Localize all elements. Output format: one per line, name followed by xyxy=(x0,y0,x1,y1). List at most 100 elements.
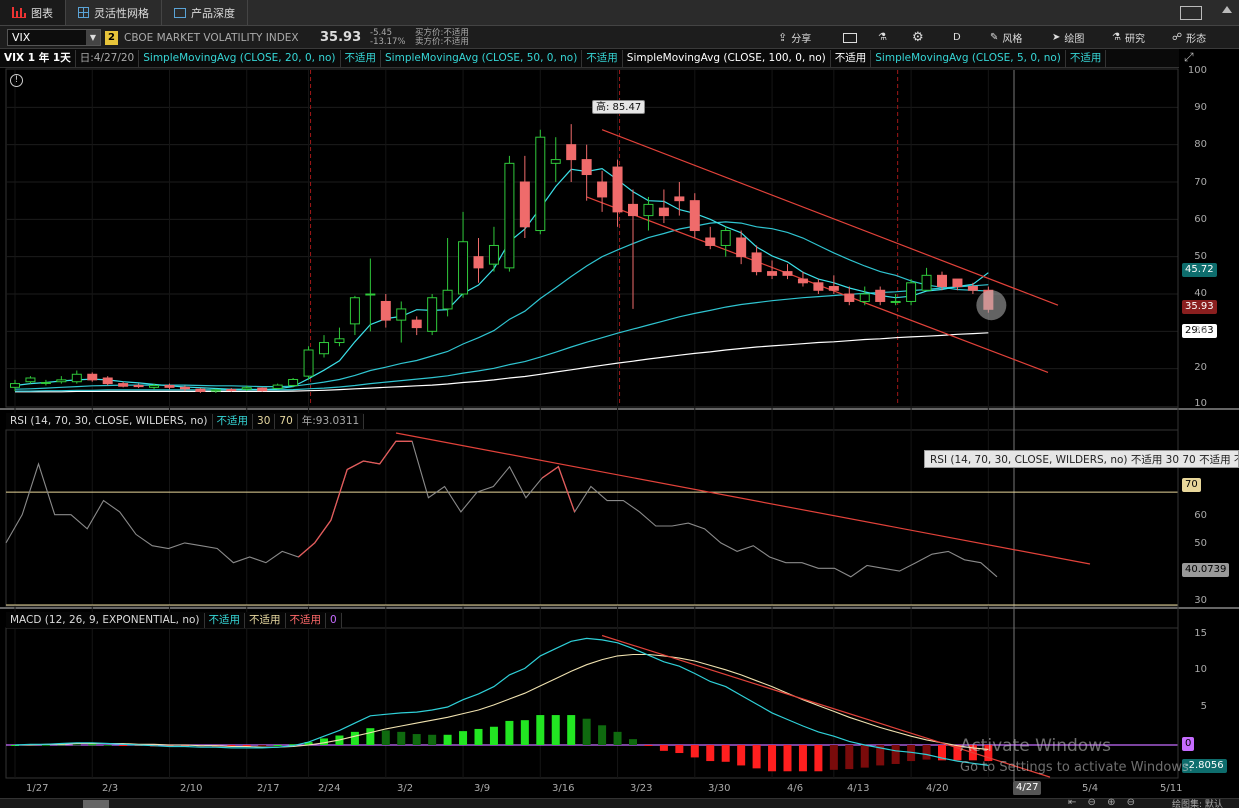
x-tick-label: 3/16 xyxy=(552,783,575,794)
x-cursor-tag: 4/27 xyxy=(1013,781,1042,795)
price-ytick: 40 xyxy=(1194,288,1207,299)
macd-zero: 0 xyxy=(326,612,342,628)
bottom-status-bar: ⇤ ⊖ ⊕ ⊖ 绘图集: 默认 xyxy=(0,797,1239,808)
price-panel-settings-icon[interactable]: ! xyxy=(10,74,23,87)
price-ytick: 100 xyxy=(1187,65,1207,76)
macd-ytick: 5 xyxy=(1200,701,1207,712)
candle-body xyxy=(828,286,839,291)
sma5-price-tag: 45.72 xyxy=(1182,263,1217,277)
candle-body xyxy=(179,386,190,390)
rsi-title[interactable]: RSI (14, 70, 30, CLOSE, WILDERS, no) xyxy=(6,413,213,429)
macd-histogram-bar xyxy=(629,739,637,745)
candle-body xyxy=(118,383,129,387)
macd-histogram-bar xyxy=(783,745,792,772)
price-ytick: 80 xyxy=(1194,139,1207,150)
price-ytick: 30 xyxy=(1194,325,1207,336)
macd-histogram-bar xyxy=(536,715,545,745)
candle-body xyxy=(25,377,36,383)
price-ytick: 60 xyxy=(1194,214,1207,225)
rsi-tooltip: RSI (14, 70, 30, CLOSE, WILDERS, no) 不适用… xyxy=(924,450,1239,468)
price-ytick: 50 xyxy=(1194,251,1207,262)
last-price-tag: 35.93 xyxy=(1182,300,1217,314)
x-tick-label: 5/11 xyxy=(1160,783,1183,794)
macd-header: MACD (12, 26, 9, EXPONENTIAL, no) 不适用 不适… xyxy=(6,612,342,628)
candle-body xyxy=(890,300,901,303)
candle-body xyxy=(612,166,623,213)
candle-body xyxy=(566,144,577,161)
candle-body xyxy=(535,136,546,232)
macd-histogram-bar xyxy=(88,744,97,746)
x-tick-label: 4/6 xyxy=(787,783,804,794)
candle-body xyxy=(674,196,685,202)
candle-body xyxy=(550,159,561,164)
candle-body xyxy=(720,230,731,246)
zoom-controls[interactable]: ⇤ ⊖ ⊕ ⊖ xyxy=(1068,797,1139,808)
candle-body xyxy=(658,207,669,217)
x-tick-label: 3/2 xyxy=(397,783,414,794)
candle-body xyxy=(40,381,51,384)
candle-body xyxy=(71,373,82,383)
macd-histogram-bar xyxy=(443,734,452,745)
rsi-ytick: 50 xyxy=(1194,538,1207,549)
x-tick-label: 2/3 xyxy=(102,783,119,794)
macd-histogram-bar xyxy=(551,715,560,745)
candle-body xyxy=(303,349,314,377)
price-ytick: 20 xyxy=(1194,362,1207,373)
macd-value: 不适用 xyxy=(205,612,245,628)
macd-histogram-bar xyxy=(459,731,468,745)
candle-body xyxy=(751,252,762,273)
candle-body xyxy=(937,274,947,288)
rsi-line xyxy=(5,440,998,578)
x-tick-label: 3/23 xyxy=(630,783,653,794)
horizontal-scrollbar[interactable] xyxy=(83,800,109,808)
candle-body xyxy=(272,384,283,389)
candle-body xyxy=(875,289,886,302)
high-price-callout: 高: 85.47 xyxy=(592,100,646,114)
macd-title[interactable]: MACD (12, 26, 9, EXPONENTIAL, no) xyxy=(6,612,205,628)
macd-histogram-bar xyxy=(721,745,730,762)
x-tick-label: 2/24 xyxy=(318,783,341,794)
rsi-overbought-segment xyxy=(541,465,576,513)
x-tick-label: 2/17 xyxy=(257,783,280,794)
price-ytick: 70 xyxy=(1194,177,1207,188)
candle-body xyxy=(334,338,345,344)
candle-body xyxy=(396,308,407,321)
macd-histogram-bar xyxy=(798,745,807,772)
macd-histogram-bar xyxy=(845,745,854,770)
macd-histogram-bar xyxy=(505,720,514,745)
candle-body xyxy=(458,241,469,295)
candle-body xyxy=(365,293,376,296)
candle-body xyxy=(195,388,206,392)
macd-ytick: 15 xyxy=(1194,628,1207,639)
candle-body xyxy=(226,389,237,392)
activation-watermark-subtitle: Go to Settings to activate Windows. xyxy=(960,760,1193,775)
macd-avg: 不适用 xyxy=(245,612,286,628)
macd-histogram-bar xyxy=(489,726,498,745)
candle-body xyxy=(519,181,530,228)
macd-histogram-bar xyxy=(659,745,668,751)
trendline-upper xyxy=(601,129,1059,306)
candle-body xyxy=(164,384,175,388)
macd-histogram-bar xyxy=(891,745,900,764)
candle-body xyxy=(628,203,638,217)
candle-body xyxy=(952,278,963,288)
macd-histogram-bar xyxy=(598,725,607,745)
candle-body xyxy=(967,286,978,291)
candle-body xyxy=(56,379,67,383)
rsi-header: RSI (14, 70, 30, CLOSE, WILDERS, no) 不适用… xyxy=(6,413,365,429)
candle-body xyxy=(504,162,515,269)
candle-body xyxy=(597,181,608,198)
candle-body xyxy=(427,297,438,332)
macd-histogram-bar xyxy=(350,731,359,745)
candle-body xyxy=(473,256,484,269)
price-ytick: 10 xyxy=(1194,398,1207,409)
x-tick-label: 1/27 xyxy=(26,783,49,794)
macd-histogram-bar xyxy=(428,734,437,745)
candle-body xyxy=(844,293,855,302)
x-tick-label: 5/4 xyxy=(1082,783,1099,794)
rsi-overbought-segment xyxy=(297,440,413,558)
x-tick-label: 4/13 xyxy=(847,783,870,794)
candle-body xyxy=(921,274,932,291)
candle-body xyxy=(288,378,299,386)
chart-canvas[interactable] xyxy=(0,0,1239,808)
